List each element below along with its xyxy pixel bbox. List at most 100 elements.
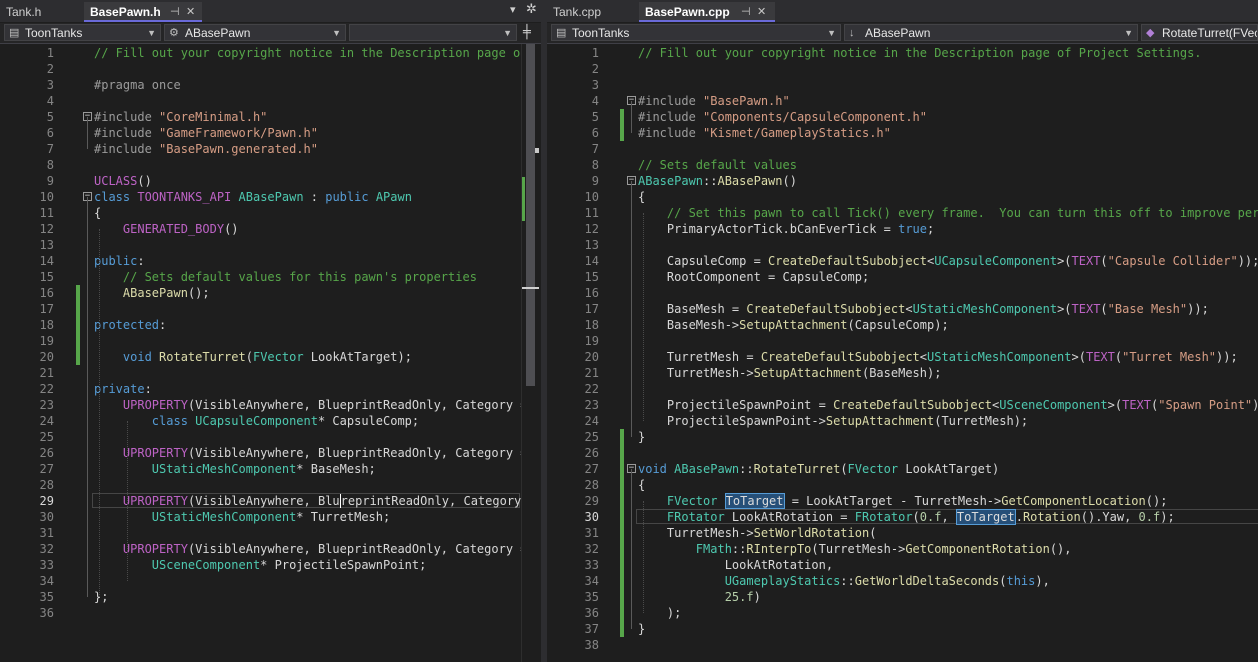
code-line[interactable]: 4 xyxy=(0,93,541,109)
code-line[interactable]: 14 public: xyxy=(0,253,541,269)
code-line[interactable]: 35 25.f) xyxy=(547,589,1258,605)
code-line[interactable]: 17 xyxy=(0,301,541,317)
split-editor-icon[interactable]: ╪ xyxy=(523,25,531,40)
project-dropdown[interactable]: ▤ ToonTanks ▼ xyxy=(551,24,841,41)
code-line[interactable]: 4− #include "BasePawn.h" xyxy=(547,93,1258,109)
code-line[interactable]: 24 class UCapsuleComponent* CapsuleComp; xyxy=(0,413,541,429)
code-text: USceneComponent* ProjectileSpawnPoint; xyxy=(94,557,427,573)
code-line[interactable]: 19 xyxy=(0,333,541,349)
gear-icon[interactable]: ✲ xyxy=(526,2,537,17)
code-line[interactable]: 7 xyxy=(547,141,1258,157)
code-line[interactable]: 16 xyxy=(547,285,1258,301)
code-line[interactable]: 38 xyxy=(547,637,1258,653)
code-line[interactable]: 1 // Fill out your copyright notice in th… xyxy=(0,45,541,61)
right-code-editor[interactable]: 1 // Fill out your copyright notice in th… xyxy=(547,44,1258,662)
code-line[interactable]: 2 xyxy=(547,61,1258,77)
code-line[interactable]: 35}; xyxy=(0,589,541,605)
close-icon[interactable]: ✕ xyxy=(186,2,195,22)
code-line[interactable]: 28 { xyxy=(547,477,1258,493)
code-line[interactable]: 3 #pragma once xyxy=(0,77,541,93)
tab-tank-cpp[interactable]: Tank.cpp xyxy=(547,2,639,22)
code-line[interactable]: 6 #include "Kismet/GameplayStatics.h" xyxy=(547,125,1258,141)
code-token: CreateDefaultSubobject xyxy=(760,350,920,364)
code-line[interactable]: 36 ); xyxy=(547,605,1258,621)
scope-dropdown[interactable]: ⚙ ABasePawn ▼ xyxy=(164,24,346,41)
code-line[interactable]: 22 private: xyxy=(0,381,541,397)
code-line[interactable]: 17 BaseMesh = CreateDefaultSubobject<USt… xyxy=(547,301,1258,317)
code-line[interactable]: 24 ProjectileSpawnPoint->SetupAttachment… xyxy=(547,413,1258,429)
code-line[interactable]: 11 { xyxy=(0,205,541,221)
code-line[interactable]: 23 UPROPERTY(VisibleAnywhere, BlueprintR… xyxy=(0,397,541,413)
scope-dropdown[interactable]: ↓ ABasePawn ▼ xyxy=(844,24,1138,41)
code-line[interactable]: 28 xyxy=(0,477,541,493)
code-line[interactable]: 9− ABasePawn::ABasePawn() xyxy=(547,173,1258,189)
code-line[interactable]: 8 // Sets default values xyxy=(547,157,1258,173)
code-line[interactable]: 11 // Set this pawn to call Tick() every… xyxy=(547,205,1258,221)
code-line[interactable]: 25} xyxy=(547,429,1258,445)
code-line[interactable]: 13 xyxy=(547,237,1258,253)
code-line[interactable]: 34 xyxy=(0,573,541,589)
code-line[interactable]: 10 { xyxy=(547,189,1258,205)
pin-icon[interactable]: ⊣ xyxy=(741,2,751,22)
code-line[interactable]: 31 xyxy=(0,525,541,541)
code-line[interactable]: 29 UPROPERTY(VisibleAnywhere, Blureprint… xyxy=(0,493,541,509)
code-line[interactable]: 20 TurretMesh = CreateDefaultSubobject<U… xyxy=(547,349,1258,365)
pin-icon[interactable]: ⊣ xyxy=(170,2,180,22)
member-dropdown[interactable]: ▼ xyxy=(349,24,517,41)
code-line[interactable]: 21 TurretMesh->SetupAttachment(BaseMesh)… xyxy=(547,365,1258,381)
code-line[interactable]: 12 GENERATED_BODY() xyxy=(0,221,541,237)
code-line[interactable]: 15 RootComponent = CapsuleComp; xyxy=(547,269,1258,285)
close-icon[interactable]: ✕ xyxy=(757,2,766,22)
member-dropdown[interactable]: ◆ RotateTurret(FVect xyxy=(1141,24,1258,41)
code-line[interactable]: 10− class TOONTANKS_API ABasePawn : publi… xyxy=(0,189,541,205)
left-scrollbar-thumb[interactable] xyxy=(526,44,535,386)
code-token: USceneComponent xyxy=(999,398,1108,412)
code-line[interactable]: 21 xyxy=(0,365,541,381)
code-line[interactable]: 29 FVector ToTarget = LookAtTarget - Tur… xyxy=(547,493,1258,509)
code-line[interactable]: 27 UStaticMeshComponent* BaseMesh; xyxy=(0,461,541,477)
code-line[interactable]: 22 xyxy=(547,381,1258,397)
code-line[interactable]: 31 TurretMesh->SetWorldRotation( xyxy=(547,525,1258,541)
code-line[interactable]: 1 // Fill out your copyright notice in th… xyxy=(547,45,1258,61)
code-line[interactable]: 30 FRotator LookAtRotation = FRotator(0.… xyxy=(547,509,1258,525)
code-token: (VisibleAnywhere, BlueprintReadOnly, Cat… xyxy=(187,398,528,412)
tab-tank-h[interactable]: Tank.h xyxy=(0,2,84,22)
code-line[interactable]: 15 // Sets default values for this pawn'… xyxy=(0,269,541,285)
code-line[interactable]: 19 xyxy=(547,333,1258,349)
code-line[interactable]: 33 LookAtRotation, xyxy=(547,557,1258,573)
code-line[interactable]: 26 UPROPERTY(VisibleAnywhere, BlueprintR… xyxy=(0,445,541,461)
code-line[interactable]: 33 USceneComponent* ProjectileSpawnPoint… xyxy=(0,557,541,573)
code-line[interactable]: 12 PrimaryActorTick.bCanEverTick = true; xyxy=(547,221,1258,237)
code-line[interactable]: 34 UGameplayStatics::GetWorldDeltaSecond… xyxy=(547,573,1258,589)
code-line[interactable]: 25 xyxy=(0,429,541,445)
tab-basepawn-cpp[interactable]: BasePawn.cpp ⊣ ✕ xyxy=(639,2,775,22)
code-line[interactable]: 8 xyxy=(0,157,541,173)
code-line[interactable]: 18 protected: xyxy=(0,317,541,333)
code-line[interactable]: 13 xyxy=(0,237,541,253)
code-line[interactable]: 3 xyxy=(547,77,1258,93)
code-line[interactable]: 16 ABasePawn(); xyxy=(0,285,541,301)
code-line[interactable]: 6 #include "GameFramework/Pawn.h" xyxy=(0,125,541,141)
code-line[interactable]: 23 ProjectileSpawnPoint = CreateDefaultS… xyxy=(547,397,1258,413)
tab-basepawn-h[interactable]: BasePawn.h ⊣ ✕ xyxy=(84,2,202,22)
code-line[interactable]: 20 void RotateTurret(FVector LookAtTarge… xyxy=(0,349,541,365)
code-line[interactable]: 30 UStaticMeshComponent* TurretMesh; xyxy=(0,509,541,525)
code-line[interactable]: 32 UPROPERTY(VisibleAnywhere, BlueprintR… xyxy=(0,541,541,557)
left-code-editor[interactable]: 1 // Fill out your copyright notice in th… xyxy=(0,44,541,662)
code-line[interactable]: 5− #include "CoreMinimal.h" xyxy=(0,109,541,125)
code-line[interactable]: 7 #include "BasePawn.generated.h" xyxy=(0,141,541,157)
project-dropdown[interactable]: ▤ ToonTanks ▼ xyxy=(4,24,161,41)
tab-overflow-chevron-icon[interactable]: ▾ xyxy=(510,3,516,16)
code-line[interactable]: 37} xyxy=(547,621,1258,637)
left-vertical-scrollbar[interactable] xyxy=(521,44,539,662)
code-line[interactable]: 14 CapsuleComp = CreateDefaultSubobject<… xyxy=(547,253,1258,269)
code-line[interactable]: 9 UCLASS() xyxy=(0,173,541,189)
code-line[interactable]: 2 xyxy=(0,61,541,77)
code-line[interactable]: 32 FMath::RInterpTo(TurretMesh->GetCompo… xyxy=(547,541,1258,557)
code-token: : xyxy=(137,254,145,268)
code-line[interactable]: 5 #include "Components/CapsuleComponent.h… xyxy=(547,109,1258,125)
code-line[interactable]: 36 xyxy=(0,605,541,621)
code-line[interactable]: 18 BaseMesh->SetupAttachment(CapsuleComp… xyxy=(547,317,1258,333)
code-line[interactable]: 26 xyxy=(547,445,1258,461)
code-line[interactable]: 27− void ABasePawn::RotateTurret(FVector … xyxy=(547,461,1258,477)
